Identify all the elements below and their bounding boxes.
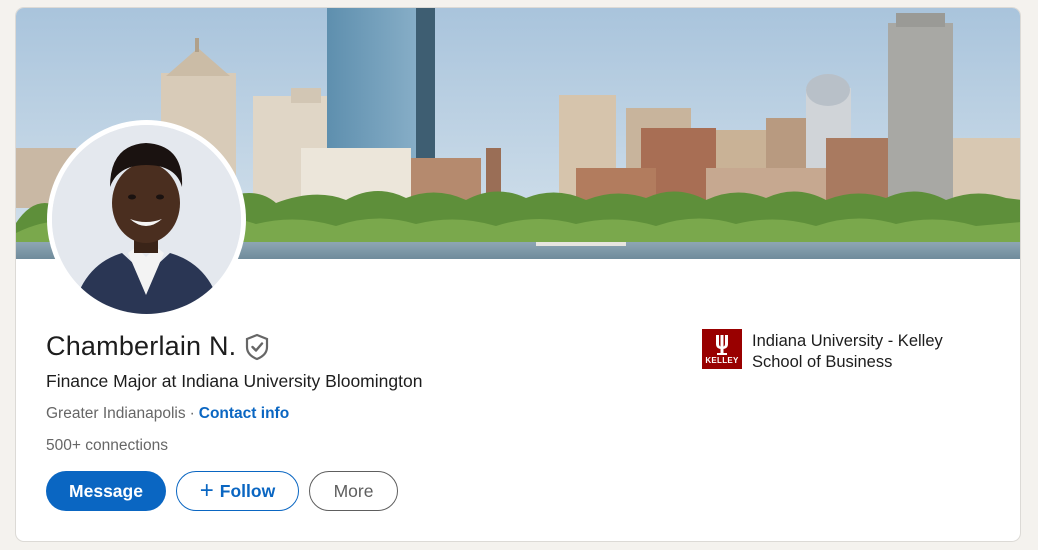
school-logo: KELLEY <box>702 329 742 369</box>
more-button[interactable]: More <box>309 471 398 511</box>
follow-label: Follow <box>219 480 276 501</box>
name-row: Chamberlain N. <box>46 331 270 362</box>
profile-name: Chamberlain N. <box>46 331 237 361</box>
verified-shield-icon[interactable] <box>244 333 270 361</box>
location-row: Greater Indianapolis · Contact info <box>46 405 289 423</box>
avatar-person-image <box>52 125 241 314</box>
plus-icon: + <box>199 477 214 504</box>
profile-location: Greater Indianapolis <box>46 405 186 422</box>
connections-count[interactable]: 500+ connections <box>46 437 168 455</box>
profile-photo[interactable] <box>52 125 241 314</box>
profile-actions: Message + Follow More <box>46 471 398 511</box>
contact-info-link[interactable]: Contact info <box>199 405 289 422</box>
profile-headline: Finance Major at Indiana University Bloo… <box>46 371 423 391</box>
profile-photo-ring[interactable] <box>47 120 246 319</box>
separator-dot: · <box>189 405 195 422</box>
education-entry[interactable]: KELLEY Indiana University - Kelley Schoo… <box>702 329 982 373</box>
profile-card: Chamberlain N. Finance Major at Indiana … <box>15 7 1021 542</box>
school-logo-text: KELLEY <box>705 356 739 365</box>
school-name: Indiana University - Kelley School of Bu… <box>752 332 943 371</box>
message-button[interactable]: Message <box>46 471 166 511</box>
follow-button[interactable]: + Follow <box>176 471 299 511</box>
